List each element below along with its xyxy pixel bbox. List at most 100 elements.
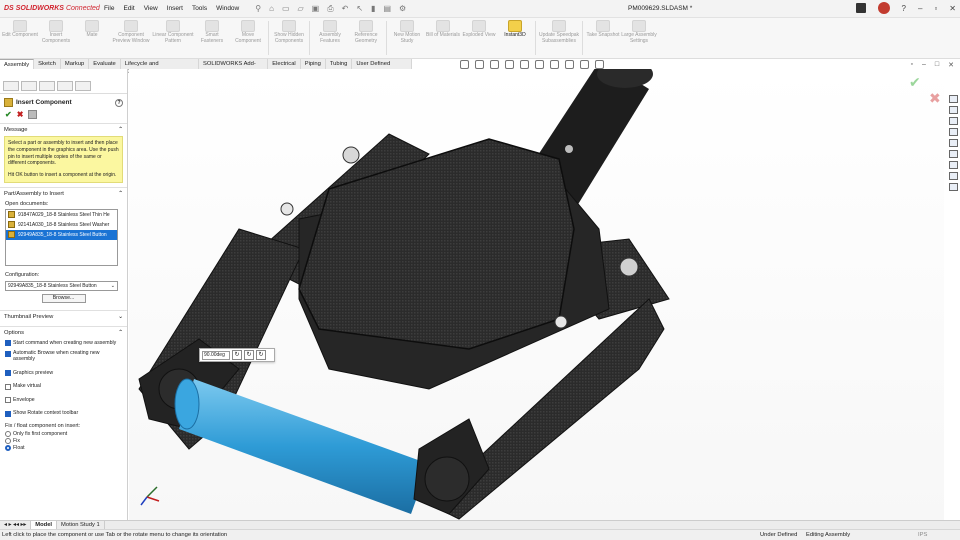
message-section-header[interactable]: Message ⌃	[0, 123, 127, 135]
forum-icon[interactable]	[948, 161, 958, 169]
checkbox[interactable]	[5, 410, 11, 417]
option-auto-browse[interactable]: Automatic Browse when creating new assem…	[0, 348, 127, 364]
view-orientation-icon[interactable]	[520, 60, 529, 69]
doc-minimize-icon[interactable]: –	[922, 61, 926, 69]
checkbox[interactable]	[5, 340, 11, 347]
edit-component-button[interactable]: Edit Component	[2, 18, 38, 58]
confirm-cancel-icon[interactable]: ✖	[929, 91, 941, 107]
custom-properties-icon[interactable]	[948, 150, 958, 158]
push-pin-button[interactable]	[28, 110, 38, 119]
display-style-icon[interactable]	[535, 60, 544, 69]
radio[interactable]	[5, 431, 11, 438]
confirm-check-icon[interactable]: ✔	[909, 75, 921, 91]
new-icon[interactable]: ▭	[282, 4, 290, 14]
list-item[interactable]: 92949A835_18-8 Stainless Steel Button	[6, 229, 117, 240]
rotate-z-button[interactable]: ↻	[256, 350, 266, 360]
take-snapshot-button[interactable]: Take Snapshot	[585, 18, 621, 58]
section-view-icon[interactable]	[505, 60, 514, 69]
file-properties-icon[interactable]: ▤	[383, 4, 391, 14]
options-section-header[interactable]: Options ⌃	[0, 325, 127, 338]
browse-button[interactable]: Browse...	[41, 293, 86, 303]
exploded-view-button[interactable]: Exploded View	[461, 18, 497, 58]
scene-icon[interactable]	[580, 60, 589, 69]
status-units[interactable]: IPS	[918, 530, 927, 540]
tab-sketch[interactable]: Sketch	[34, 59, 61, 69]
resources-icon[interactable]	[948, 95, 958, 103]
option-envelope[interactable]: Envelope	[0, 395, 127, 406]
menu-tools[interactable]: Tools	[192, 5, 207, 12]
tab-piping[interactable]: Piping	[301, 59, 326, 69]
option-graphics-preview[interactable]: Graphics preview	[0, 368, 127, 379]
list-item[interactable]: 92141A030_18-8 Stainless Steel Washer	[6, 220, 117, 230]
tab-assembly[interactable]: Assembly	[0, 59, 35, 69]
bill-of-materials-button[interactable]: Bill of Materials	[425, 18, 461, 58]
insert-components-button[interactable]: Insert Components	[38, 18, 74, 58]
zoom-area-icon[interactable]	[475, 60, 484, 69]
dimxpert-tab-icon[interactable]	[57, 81, 73, 91]
radio-only-fix-first[interactable]: Only fix first component	[0, 431, 127, 438]
option-start-command[interactable]: Start command when creating new assembly	[0, 338, 127, 349]
open-icon[interactable]: ▱	[298, 4, 304, 14]
cancel-button[interactable]: ✖	[17, 110, 24, 119]
tab-user-defined-route[interactable]: User Defined Route	[352, 59, 412, 75]
tab-addins[interactable]: SOLIDWORKS Add-Ins	[199, 59, 269, 75]
menu-file[interactable]: File	[104, 5, 114, 12]
display-manager-tab-icon[interactable]	[75, 81, 91, 91]
assembly-features-button[interactable]: Assembly Features	[312, 18, 348, 58]
doc-restore-icon[interactable]: ▫	[911, 61, 913, 69]
design-library-icon[interactable]	[948, 106, 958, 114]
doc-close-icon[interactable]: ✕	[948, 61, 954, 69]
doc-maximize-icon[interactable]: □	[935, 61, 939, 69]
tab-motion-study[interactable]: Motion Study 1	[57, 521, 105, 529]
tab-tubing[interactable]: Tubing	[326, 59, 353, 69]
menu-view[interactable]: View	[144, 5, 158, 12]
tab-markup[interactable]: Markup	[61, 59, 90, 69]
feature-manager-tab-icon[interactable]	[3, 81, 19, 91]
menu-window[interactable]: Window	[216, 5, 239, 12]
property-manager-tab-icon[interactable]	[21, 81, 37, 91]
tab-evaluate[interactable]: Evaluate	[89, 59, 121, 69]
radio[interactable]	[5, 438, 11, 445]
part-assembly-section-header[interactable]: Part/Assembly to Insert ⌃	[0, 186, 127, 199]
large-assembly-settings-button[interactable]: Large Assembly Settings	[621, 18, 657, 58]
show-hidden-components-button[interactable]: Show Hidden Components	[271, 18, 307, 58]
options-gear-icon[interactable]: ⚙	[399, 4, 406, 14]
new-motion-study-button[interactable]: New Motion Study	[389, 18, 425, 58]
select-icon[interactable]: ↖	[356, 4, 363, 14]
tab-model[interactable]: Model	[31, 521, 58, 529]
zoom-to-fit-icon[interactable]	[460, 60, 469, 69]
radio[interactable]	[5, 445, 11, 452]
rebuild-icon[interactable]: ▮	[371, 4, 375, 14]
thumbnail-section-header[interactable]: Thumbnail Preview ⌄	[0, 309, 127, 322]
component-preview-button[interactable]: Component Preview Window	[110, 18, 152, 58]
checkbox[interactable]	[5, 383, 11, 390]
help-icon[interactable]: ?	[115, 98, 123, 107]
linear-pattern-button[interactable]: Linear Component Pattern	[152, 18, 194, 58]
checkbox[interactable]	[5, 397, 11, 404]
minimize-icon[interactable]: –	[918, 4, 922, 13]
view-settings-icon[interactable]	[595, 60, 604, 69]
rotate-x-button[interactable]: ↻	[232, 350, 242, 360]
menu-insert[interactable]: Insert	[167, 5, 183, 12]
instant3d-button[interactable]: Instant3D	[497, 18, 533, 58]
home-icon[interactable]: ⌂	[269, 4, 274, 14]
rotate-y-button[interactable]: ↻	[244, 350, 254, 360]
checkbox[interactable]	[5, 350, 11, 357]
3dexperience-icon[interactable]	[948, 183, 958, 191]
smart-fasteners-button[interactable]: Smart Fasteners	[194, 18, 230, 58]
file-explorer-icon[interactable]	[948, 117, 958, 125]
save-icon[interactable]: ▣	[312, 4, 320, 14]
tab-electrical[interactable]: Electrical	[268, 59, 301, 69]
option-show-rotate-toolbar[interactable]: Show Rotate context toolbar	[0, 408, 127, 419]
command-search-icon[interactable]	[855, 3, 866, 13]
view-palette-icon[interactable]	[948, 128, 958, 136]
hide-show-icon[interactable]	[550, 60, 559, 69]
solidworks-forum-icon[interactable]	[948, 172, 958, 180]
radio-fix[interactable]: Fix	[0, 438, 127, 445]
reference-geometry-button[interactable]: Reference Geometry	[348, 18, 384, 58]
radio-float[interactable]: Float	[0, 445, 127, 452]
pin-menu-icon[interactable]: ⚲	[255, 4, 261, 14]
menu-edit[interactable]: Edit	[123, 5, 134, 12]
graphics-area[interactable]: ✔ ✖ 90.00deg ↻ ↻ ↻	[129, 69, 944, 520]
move-component-button[interactable]: Move Component	[230, 18, 266, 58]
